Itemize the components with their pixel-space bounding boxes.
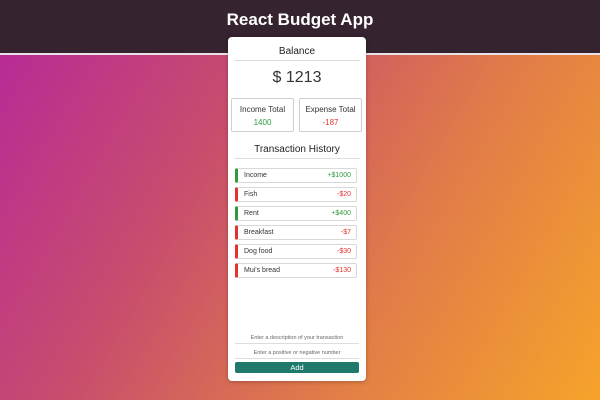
expense-total-label: Expense Total	[305, 105, 356, 114]
transaction-row[interactable]: Dog food -$30	[235, 244, 357, 259]
income-total-label: Income Total	[239, 105, 286, 114]
transaction-amount: -$20	[336, 191, 351, 198]
transaction-row[interactable]: Income +$1000	[235, 168, 357, 183]
transaction-amount: -$30	[336, 248, 351, 255]
transaction-amount: +$400	[331, 210, 351, 217]
transaction-row[interactable]: Rent +$400	[235, 206, 357, 221]
budget-card: Balance $ 1213 Income Total 1400 Expense…	[228, 37, 366, 381]
transaction-amount: -$7	[340, 229, 351, 236]
transaction-amount: -$130	[333, 267, 351, 274]
transaction-history-title: Transaction History	[254, 144, 340, 155]
description-input[interactable]	[235, 332, 359, 344]
expense-total-value: -187	[322, 118, 339, 127]
amount-input[interactable]	[235, 347, 359, 359]
income-total-box: Income Total 1400	[231, 98, 294, 132]
balance-title: Balance	[278, 46, 316, 57]
income-total-value: 1400	[253, 118, 272, 127]
transaction-row[interactable]: Mui's bread -$130	[235, 263, 357, 278]
transaction-name: Dog food	[244, 248, 273, 255]
expense-total-box: Expense Total -187	[299, 98, 362, 132]
add-button[interactable]: Add	[235, 362, 359, 373]
balance-value: $ 1213	[272, 69, 322, 86]
transaction-row[interactable]: Breakfast -$7	[235, 225, 357, 240]
transaction-name: Mui's bread	[244, 267, 280, 274]
app-title: React Budget App	[226, 10, 374, 29]
history-divider	[234, 158, 360, 159]
transaction-amount: +$1000	[327, 172, 351, 179]
transaction-name: Fish	[244, 191, 258, 198]
transaction-name: Income	[244, 172, 267, 179]
transaction-name: Breakfast	[244, 229, 274, 236]
transaction-list: Income +$1000 Fish -$20 Rent +$400 Breakfast -$…	[235, 168, 357, 282]
balance-divider	[234, 60, 360, 61]
transaction-name: Rent	[244, 210, 259, 217]
transaction-row[interactable]: Fish -$20	[235, 187, 357, 202]
